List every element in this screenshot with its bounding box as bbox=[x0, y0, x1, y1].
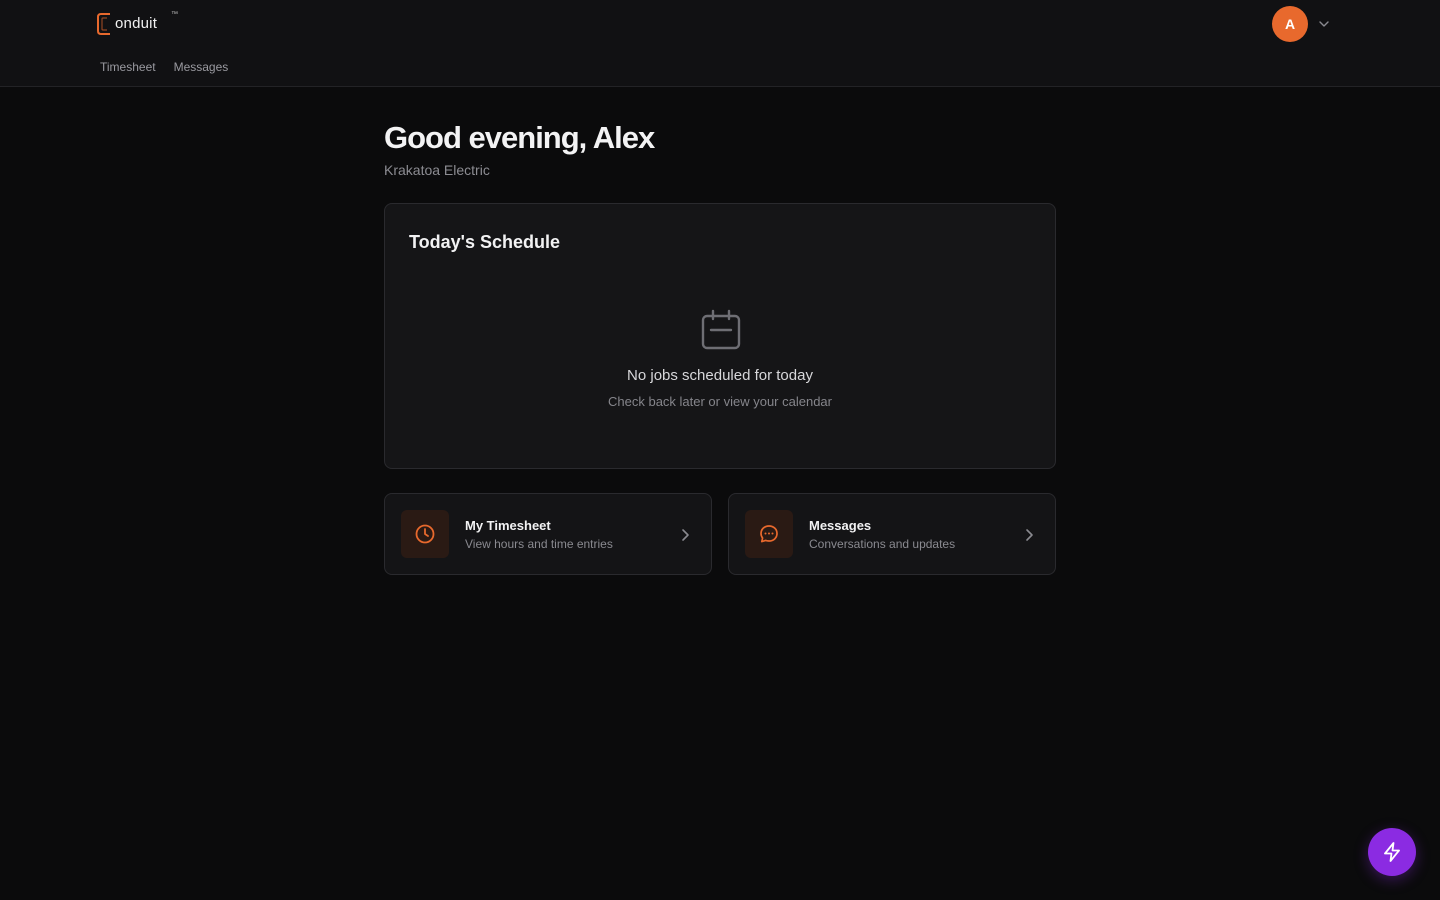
chevron-down-icon[interactable] bbox=[1317, 17, 1331, 31]
quick-link-subtitle: Conversations and updates bbox=[809, 537, 956, 551]
brand-name: onduit bbox=[115, 15, 158, 32]
main-nav: Timesheet Messages bbox=[100, 59, 228, 75]
calendar-icon bbox=[701, 309, 741, 350]
lightning-icon bbox=[1384, 842, 1400, 862]
empty-state-subtitle: Check back later or view your calendar bbox=[608, 394, 832, 409]
nav-item-timesheet[interactable]: Timesheet bbox=[100, 59, 156, 75]
quick-link-title: Messages bbox=[809, 518, 872, 533]
page-title: Good evening, Alex bbox=[384, 120, 655, 155]
quick-link-title: My Timesheet bbox=[465, 518, 551, 533]
messages-card[interactable]: Messages Conversations and updates bbox=[728, 493, 1056, 575]
chevron-right-icon bbox=[682, 529, 689, 541]
logo-mark-icon bbox=[97, 13, 110, 35]
trademark-symbol: ™ bbox=[171, 11, 178, 18]
main-content: Good evening, Alex Krakatoa Electric Tod… bbox=[384, 118, 1056, 575]
chevron-right-icon bbox=[1026, 529, 1033, 541]
assistant-fab-button[interactable] bbox=[1368, 828, 1416, 876]
todays-schedule-card: Today's Schedule No jobs scheduled for t… bbox=[384, 203, 1056, 469]
schedule-title: Today's Schedule bbox=[409, 232, 560, 252]
clock-icon bbox=[415, 524, 435, 544]
my-timesheet-card[interactable]: My Timesheet View hours and time entries bbox=[384, 493, 712, 575]
nav-item-messages[interactable]: Messages bbox=[174, 59, 229, 75]
empty-state-title: No jobs scheduled for today bbox=[627, 367, 813, 384]
user-avatar[interactable]: A bbox=[1272, 6, 1308, 42]
brand-logo[interactable]: onduit ™ bbox=[96, 11, 178, 36]
quick-link-subtitle: View hours and time entries bbox=[465, 537, 613, 551]
message-icon bbox=[760, 525, 778, 543]
top-header: onduit ™ Timesheet Messages A bbox=[0, 0, 1440, 87]
timesheet-icon-box bbox=[401, 510, 449, 558]
company-name: Krakatoa Electric bbox=[384, 162, 490, 178]
messages-icon-box bbox=[745, 510, 793, 558]
